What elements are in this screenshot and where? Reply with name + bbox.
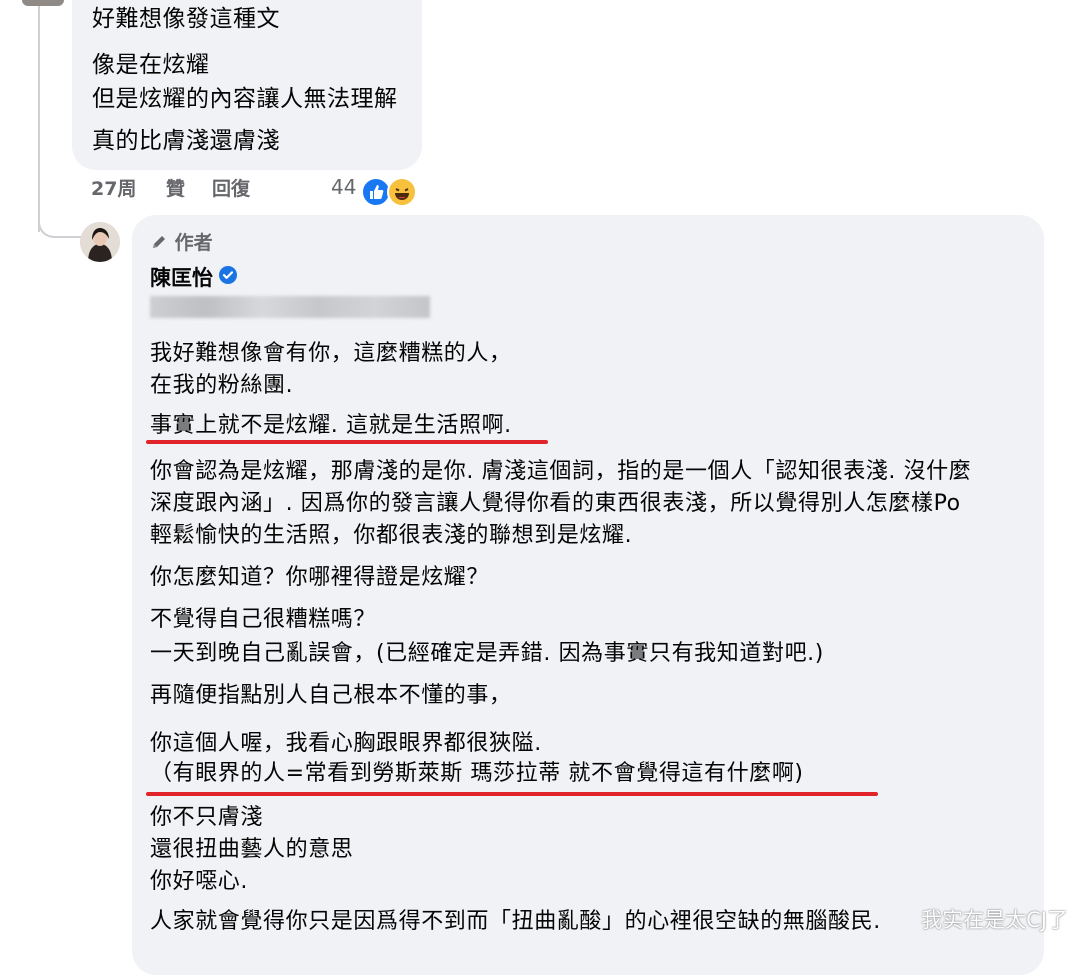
top-comment-bubble: 好難想像發這種文 像是在炫耀 但是炫耀的內容讓人無法理解 真的比膚淺還膚淺 — [72, 0, 422, 170]
reply-line: 一天到晚自己亂誤會，(已經確定是弄錯. 因為事實只有我知道對吧.) — [150, 641, 824, 666]
reply-line: 你會認為是炫耀，那膚淺的是你. 膚淺這個詞，指的是一個人「認知很表淺. 沒什麼 — [150, 459, 972, 484]
red-underline — [146, 792, 878, 796]
reply-line: 我好難想像會有你，這麼糟糕的人， — [150, 341, 512, 366]
like-button[interactable]: 贊 — [166, 174, 185, 201]
author-name[interactable]: 陳匡怡 — [150, 262, 213, 292]
commenter-avatar[interactable] — [22, 0, 64, 6]
author-badge: 作者 — [150, 228, 213, 256]
comment-line: 像是在炫耀 — [92, 52, 210, 78]
reply-line: 在我的粉絲團. — [150, 373, 294, 398]
watermark: 我实在是太CJ了 — [921, 908, 1068, 932]
reply-button[interactable]: 回復 — [212, 174, 250, 201]
haha-reaction-icon[interactable] — [387, 177, 417, 207]
verified-badge-icon — [219, 266, 237, 284]
reply-line: 還很扭曲藝人的意思 — [150, 837, 354, 862]
reply-line-highlighted: 事實上就不是炫耀. 這就是生活照啊. — [150, 413, 512, 438]
red-underline — [146, 440, 548, 444]
pencil-icon — [150, 233, 168, 256]
reply-line: 你這個人喔，我看心胸跟眼界都很狹隘. — [150, 731, 542, 756]
reply-line-highlighted: （有眼界的人=常看到勞斯萊斯 瑪莎拉蒂 就不會覺得這有什麼啊) — [150, 761, 804, 786]
reply-line: 再隨便指點別人自己根本不懂的事， — [150, 683, 512, 708]
author-badge-label: 作者 — [174, 232, 213, 254]
reply-line: 深度跟內涵」. 因爲你的發言讓人覺得你看的東西很表淺，所以覺得別人怎麼樣Po — [150, 491, 961, 516]
reply-line: 不覺得自己很糟糕嗎？ — [150, 607, 377, 632]
comment-line: 但是炫耀的內容讓人無法理解 — [92, 86, 398, 112]
thread-line — [38, 0, 40, 232]
comment-timestamp[interactable]: 27周 — [91, 174, 136, 201]
thread-connector — [38, 210, 84, 238]
reply-line: 你怎麼知道？你哪裡得證是炫耀？ — [150, 565, 490, 590]
author-avatar[interactable] — [80, 222, 120, 262]
redacted-subtitle — [150, 296, 430, 318]
comment-line: 好難想像發這種文 — [92, 6, 280, 32]
comment-line: 真的比膚淺還膚淺 — [92, 128, 280, 154]
reply-line: 你好噁心. — [150, 869, 248, 894]
reply-line: 人家就會覺得你只是因爲得不到而「扭曲亂酸」的心裡很空缺的無腦酸民. — [150, 909, 881, 934]
reply-line: 你不只膚淺 — [150, 805, 264, 830]
reply-line: 輕鬆愉快的生活照，你都很表淺的聯想到是炫耀. — [150, 523, 633, 548]
reaction-count[interactable]: 44 — [331, 175, 356, 199]
